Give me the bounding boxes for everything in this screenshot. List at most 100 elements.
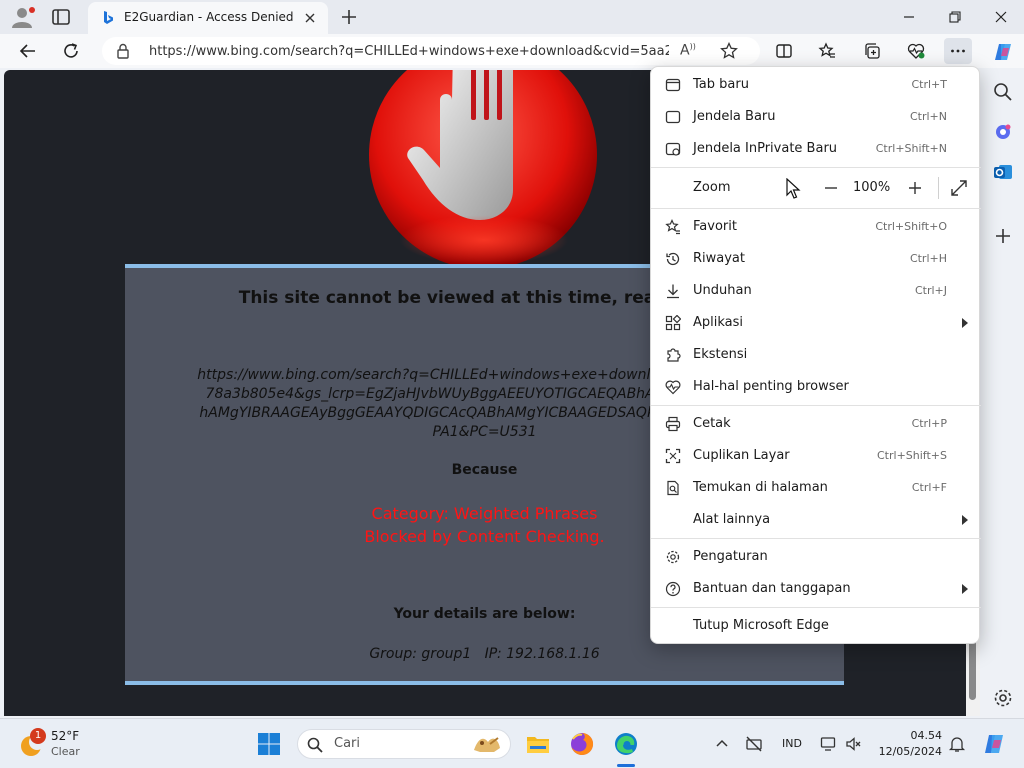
tab-strip: E2Guardian - Access Denied — [0, 0, 1024, 34]
screenshot-icon — [665, 448, 681, 464]
fullscreen-icon[interactable] — [949, 178, 969, 198]
network-disconnected-icon[interactable] — [745, 735, 763, 753]
download-icon — [667, 284, 679, 299]
restore-button[interactable] — [932, 4, 978, 30]
tab-title: E2Guardian - Access Denied — [124, 10, 294, 24]
copilot-icon — [995, 44, 1011, 60]
minimize-button[interactable] — [886, 4, 932, 30]
menu-item-label: Bantuan dan tanggapan — [693, 581, 851, 596]
settings-menu: Tab baru Ctrl+T Jendela Baru Ctrl+N Jend… — [650, 66, 981, 644]
find-icon — [667, 480, 679, 496]
menu-item-extensions[interactable]: Ekstensi — [651, 340, 981, 370]
more-dots-icon — [951, 49, 965, 53]
weather-widget[interactable]: 1 52°F Clear — [16, 727, 136, 761]
taskbar-search[interactable]: Cari — [297, 729, 511, 759]
refresh-button[interactable] — [57, 38, 85, 64]
menu-item-label: Tab baru — [693, 77, 749, 92]
sidebar-search-button[interactable] — [991, 80, 1015, 104]
settings-and-more-button[interactable] — [944, 38, 972, 64]
close-window-button[interactable] — [978, 4, 1024, 30]
menu-item-downloads[interactable]: Unduhan Ctrl+J — [651, 276, 981, 306]
input-language[interactable]: IND — [782, 737, 802, 750]
address-bar[interactable]: https://www.bing.com/search?q=CHILLEd+wi… — [102, 37, 760, 65]
menu-item-print[interactable]: Cetak Ctrl+P — [651, 409, 981, 439]
profile-notification-dot — [29, 7, 35, 13]
zoom-out-icon[interactable] — [821, 178, 841, 198]
menu-item-find-on-page[interactable]: Temukan di halaman Ctrl+F — [651, 473, 981, 503]
sidebar-settings-button[interactable] — [991, 686, 1015, 710]
collections-button[interactable] — [858, 38, 886, 64]
zoom-in-icon[interactable] — [905, 178, 925, 198]
read-aloud-icon[interactable]: A)) — [680, 42, 696, 59]
windows-start-icon[interactable] — [257, 732, 281, 756]
tab-actions-button[interactable] — [50, 6, 72, 28]
menu-item-settings[interactable]: Pengaturan — [651, 542, 981, 572]
mouse-cursor-icon — [786, 178, 801, 199]
file-explorer-icon[interactable] — [524, 730, 552, 758]
tab-active[interactable]: E2Guardian - Access Denied — [88, 2, 328, 34]
menu-item-inprivate-window[interactable]: Jendela InPrivate Baru Ctrl+Shift+N — [651, 134, 981, 164]
history-icon — [666, 252, 680, 266]
menu-item-apps[interactable]: Aplikasi — [651, 308, 981, 338]
sidebar-add-button[interactable] — [991, 224, 1015, 248]
inprivate-icon — [665, 142, 681, 156]
search-icon — [307, 737, 323, 753]
menu-item-history[interactable]: Riwayat Ctrl+H — [651, 244, 981, 274]
bing-favicon-icon — [104, 11, 113, 24]
extensions-icon — [667, 348, 681, 362]
back-button[interactable] — [14, 38, 42, 64]
split-screen-icon — [776, 44, 792, 58]
taskbar: 1 52°F Clear Cari IND 04.54 12/05/2024 — [0, 718, 1024, 768]
sidebar-copilot-button[interactable] — [991, 120, 1015, 144]
sidebar-outlook-button[interactable] — [991, 160, 1015, 184]
copilot-taskbar-icon[interactable] — [982, 732, 1006, 756]
menu-item-more-tools[interactable]: Alat lainnya — [651, 505, 981, 535]
menu-divider — [651, 167, 981, 168]
menu-item-label: Temukan di halaman — [693, 480, 828, 495]
menu-item-label: Cuplikan Layar — [693, 448, 790, 463]
hand-glow — [399, 215, 569, 265]
menu-item-label: Cetak — [693, 416, 731, 431]
firefox-icon[interactable] — [568, 730, 596, 758]
clock-time: 04.54 — [910, 729, 943, 742]
url-text[interactable]: https://www.bing.com/search?q=CHILLEd+wi… — [149, 44, 669, 59]
search-highlight-art — [474, 737, 500, 752]
menu-divider — [651, 405, 981, 406]
restore-icon — [949, 11, 961, 23]
zoom-level: 100% — [853, 180, 891, 195]
scrollbar-thumb[interactable] — [969, 640, 976, 700]
favorites-button[interactable] — [813, 38, 841, 64]
active-app-indicator — [617, 764, 635, 767]
volume-muted-icon[interactable] — [845, 735, 863, 753]
lock-icon[interactable] — [116, 43, 130, 59]
menu-item-screenshot[interactable]: Cuplikan Layar Ctrl+Shift+S — [651, 441, 981, 471]
split-screen-button[interactable] — [770, 38, 798, 64]
menu-item-label: Jendela InPrivate Baru — [693, 141, 838, 156]
edge-taskbar-icon[interactable] — [612, 730, 640, 758]
new-tab-button[interactable] — [338, 6, 360, 28]
menu-item-new-tab[interactable]: Tab baru Ctrl+T — [651, 70, 981, 100]
notification-bell-icon[interactable] — [948, 735, 966, 753]
outlook-icon — [994, 165, 1012, 179]
tab-actions-icon — [52, 9, 70, 25]
menu-item-label: Hal-hal penting browser — [693, 379, 849, 394]
menu-item-zoom: Zoom 100% — [651, 173, 981, 203]
menu-item-browser-essentials[interactable]: Hal-hal penting browser — [651, 372, 981, 402]
new-tab-icon — [665, 78, 681, 92]
chevron-up-icon[interactable] — [713, 735, 731, 753]
monitor-icon[interactable] — [820, 735, 838, 753]
menu-item-favorites[interactable]: Favorit Ctrl+Shift+O — [651, 212, 981, 242]
menu-item-shortcut: Ctrl+T — [911, 78, 947, 91]
shopping-icon — [996, 124, 1011, 139]
system-clock[interactable]: 04.54 12/05/2024 — [872, 728, 942, 760]
menu-item-new-window[interactable]: Jendela Baru Ctrl+N — [651, 102, 981, 132]
copilot-button[interactable] — [988, 38, 1016, 64]
menu-item-close-edge[interactable]: Tutup Microsoft Edge — [651, 611, 981, 641]
print-icon — [665, 416, 681, 432]
heart-pulse-icon — [907, 43, 925, 59]
tab-close-icon[interactable] — [302, 10, 318, 26]
favorite-star-icon[interactable] — [720, 42, 738, 60]
search-icon — [994, 83, 1012, 101]
menu-item-help-feedback[interactable]: Bantuan dan tanggapan — [651, 574, 981, 604]
browser-essentials-button[interactable] — [902, 38, 930, 64]
